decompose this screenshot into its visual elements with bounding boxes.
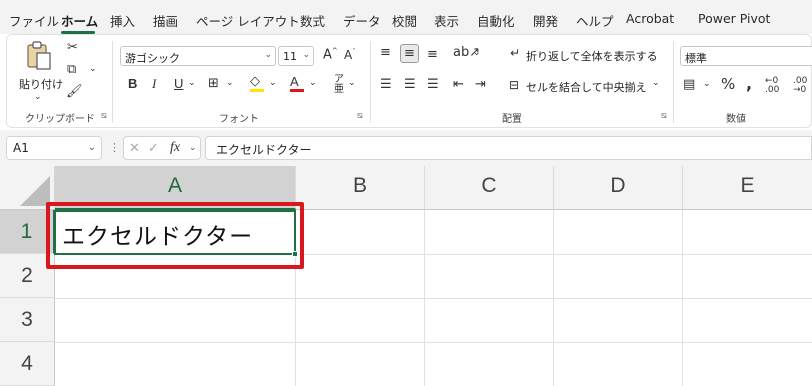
alignment-group-label: 配置 — [502, 114, 522, 125]
merge-center-button[interactable]: セルを結合して中央揃え — [526, 79, 647, 95]
cancel-icon[interactable]: ✕ — [129, 142, 140, 155]
tab-home[interactable]: ホーム — [61, 11, 98, 30]
gridline — [55, 342, 812, 343]
merge-center-icon[interactable]: ⊟ — [509, 79, 519, 91]
column-header-d[interactable]: D — [554, 166, 683, 210]
tab-file[interactable]: ファイル — [9, 11, 59, 30]
font-group-label: フォント — [219, 114, 259, 125]
wrap-text-button[interactable]: 折り返して全体を表示する — [526, 48, 658, 64]
paste-label[interactable]: 貼り付け — [19, 76, 63, 92]
chevron-down-icon: ⌄ — [189, 143, 197, 153]
italic-button[interactable]: I — [152, 77, 156, 90]
align-middle-icon[interactable]: ≡ — [400, 44, 419, 63]
increase-indent-icon[interactable]: ⇥ — [475, 78, 486, 91]
tab-power-pivot[interactable]: Power Pivot — [698, 11, 770, 26]
font-size-value: 11 — [283, 50, 297, 63]
formula-input[interactable]: エクセルドクター — [205, 136, 812, 160]
underline-dropdown-icon[interactable]: ⌄ — [188, 79, 196, 88]
font-name-select[interactable]: 游ゴシック ⌄ — [120, 46, 276, 66]
chevron-down-icon: ⌄ — [87, 142, 96, 153]
tab-insert[interactable]: 挿入 — [110, 11, 135, 30]
number-format-select[interactable]: 標準 — [680, 46, 812, 66]
tab-help[interactable]: ヘルプ — [576, 11, 614, 30]
accounting-dropdown-icon[interactable]: ⌄ — [703, 80, 711, 89]
alignment-launcher-icon[interactable]: ⧅ — [661, 111, 667, 121]
worksheet-grid: A B C D E 1 2 3 4 エクセルドクター — [0, 166, 812, 386]
number-group-label: 数値 — [726, 114, 746, 125]
group-divider — [370, 41, 371, 123]
name-box[interactable]: A1 ⌄ — [6, 136, 102, 160]
format-painter-icon[interactable]: 🖌 — [66, 85, 83, 98]
group-divider — [112, 41, 113, 123]
borders-icon[interactable]: ⊞ — [208, 77, 219, 90]
formula-buttons: ✕ ✓ fx ⌄ — [123, 136, 201, 160]
clipboard-launcher-icon[interactable]: ⧅ — [101, 111, 107, 121]
align-top-icon[interactable]: ≡ — [380, 46, 391, 59]
align-center-icon[interactable]: ☰ — [404, 78, 416, 91]
wrap-text-icon[interactable]: ↵ — [510, 47, 520, 59]
merge-dropdown-icon[interactable]: ⌄ — [652, 79, 660, 88]
tab-developer[interactable]: 開発 — [533, 11, 558, 30]
ribbon: 貼り付け ⌄ ✂ ⧉ ⌄ 🖌 クリップボード ⧅ 游ゴシック ⌄ 11 ⌄ A^… — [6, 34, 812, 128]
font-launcher-icon[interactable]: ⧅ — [357, 111, 363, 121]
chevron-down-icon: ⌄ — [264, 50, 272, 60]
accounting-format-icon[interactable]: ▤ — [683, 78, 695, 91]
cut-icon[interactable]: ✂ — [67, 41, 78, 54]
tab-acrobat[interactable]: Acrobat — [626, 11, 674, 26]
more-options-icon[interactable]: ⋮ — [109, 142, 120, 153]
tab-formulas[interactable]: 数式 — [300, 11, 325, 30]
orientation-dropdown-icon[interactable]: ⌄ — [473, 49, 481, 58]
enter-icon[interactable]: ✓ — [148, 142, 159, 155]
gridline — [55, 298, 812, 299]
font-name-value: 游ゴシック — [125, 52, 180, 65]
column-header-b[interactable]: B — [296, 166, 425, 210]
name-box-value: A1 — [13, 141, 29, 155]
align-bottom-icon[interactable]: ≡ — [427, 48, 438, 61]
font-color-icon[interactable]: A — [290, 75, 304, 92]
tab-data[interactable]: データ — [343, 11, 381, 30]
chevron-down-icon: ⌄ — [302, 50, 310, 60]
tab-automate[interactable]: 自動化 — [477, 11, 515, 30]
highlight-annotation — [46, 202, 304, 269]
group-divider — [673, 41, 674, 123]
phonetic-dropdown-icon[interactable]: ⌄ — [348, 79, 356, 88]
align-right-icon[interactable]: ☰ — [427, 78, 439, 91]
phonetic-icon[interactable]: ア亜 — [334, 75, 344, 95]
bold-button[interactable]: B — [128, 77, 137, 90]
font-size-select[interactable]: 11 ⌄ — [278, 46, 314, 66]
decrease-decimal-icon[interactable]: .00 →0 — [793, 77, 807, 95]
copy-dropdown-icon[interactable]: ⌄ — [89, 65, 97, 74]
row-header-3[interactable]: 3 — [0, 298, 55, 342]
tab-draw[interactable]: 描画 — [153, 11, 178, 30]
number-format-value: 標準 — [685, 52, 707, 65]
fill-color-dropdown-icon[interactable]: ⌄ — [269, 79, 277, 88]
clipboard-group-label: クリップボード — [25, 114, 95, 125]
formula-bar: A1 ⌄ ⋮ ✕ ✓ fx ⌄ エクセルドクター — [0, 130, 812, 166]
column-header-c[interactable]: C — [425, 166, 554, 210]
decrease-indent-icon[interactable]: ⇤ — [453, 78, 464, 91]
fill-color-icon[interactable]: ◇ — [250, 75, 264, 92]
increase-decimal-icon[interactable]: ←0.00 — [765, 77, 779, 95]
borders-dropdown-icon[interactable]: ⌄ — [226, 79, 234, 88]
tab-view[interactable]: 表示 — [434, 11, 459, 30]
decrease-font-icon[interactable]: Aˇ — [344, 49, 356, 62]
font-color-glyph: A — [290, 74, 299, 89]
percent-icon[interactable]: % — [721, 77, 735, 92]
copy-icon[interactable]: ⧉ — [67, 63, 76, 76]
insert-function-icon[interactable]: fx — [170, 141, 180, 155]
paste-icon[interactable] — [26, 41, 52, 75]
font-color-dropdown-icon[interactable]: ⌄ — [309, 79, 317, 88]
paste-dropdown-icon[interactable]: ⌄ — [34, 93, 42, 102]
tab-page-layout[interactable]: ページ レイアウト — [196, 11, 300, 30]
comma-style-icon[interactable]: , — [746, 76, 752, 92]
align-left-icon[interactable]: ☰ — [380, 78, 392, 91]
increase-font-icon[interactable]: A^ — [323, 48, 338, 62]
row-header-4[interactable]: 4 — [0, 342, 55, 386]
ribbon-tab-bar: ファイル ホーム 挿入 描画 ページ レイアウト 数式 データ 校閲 表示 自動… — [0, 0, 812, 34]
column-header-e[interactable]: E — [683, 166, 812, 210]
tab-review[interactable]: 校閲 — [392, 11, 417, 30]
underline-button[interactable]: U — [174, 77, 183, 90]
